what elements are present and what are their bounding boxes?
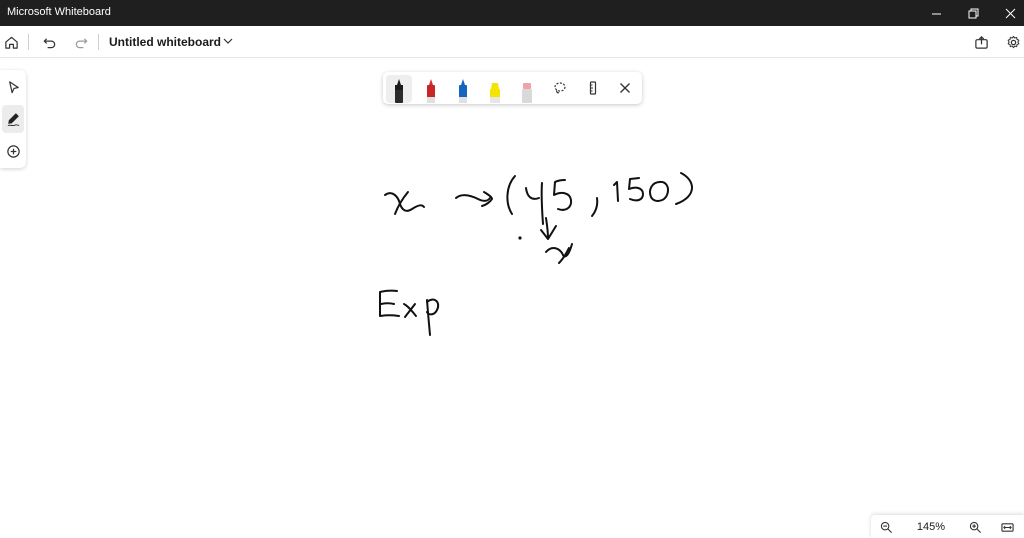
ink-stroke bbox=[380, 302, 395, 305]
undo-icon bbox=[42, 37, 55, 48]
close-icon bbox=[1005, 8, 1015, 18]
ink-stroke bbox=[591, 197, 599, 217]
share-button[interactable] bbox=[971, 32, 991, 52]
ink-dot bbox=[518, 236, 522, 240]
ink-stroke bbox=[455, 194, 491, 202]
zoom-in-button[interactable] bbox=[967, 519, 983, 535]
ink-stroke bbox=[426, 299, 431, 336]
minimize-icon bbox=[931, 13, 941, 14]
title-bar: Microsoft Whiteboard bbox=[0, 0, 1024, 26]
ink-stroke bbox=[525, 187, 540, 200]
zoom-in-icon bbox=[969, 521, 981, 533]
home-icon bbox=[4, 36, 18, 49]
app-title: Microsoft Whiteboard bbox=[7, 6, 111, 18]
redo-button[interactable] bbox=[71, 32, 91, 52]
zoom-level[interactable]: 145% bbox=[911, 521, 951, 533]
zoom-out-button[interactable] bbox=[878, 519, 894, 535]
fit-to-screen-button[interactable] bbox=[999, 519, 1015, 535]
whiteboard-canvas[interactable] bbox=[0, 58, 1024, 538]
share-icon bbox=[974, 35, 988, 49]
settings-icon bbox=[1007, 35, 1019, 48]
ink-stroke bbox=[553, 179, 573, 211]
ink-stroke bbox=[540, 182, 544, 225]
minimize-button[interactable] bbox=[918, 0, 954, 26]
ink-stroke bbox=[649, 180, 669, 202]
settings-button[interactable] bbox=[1003, 32, 1023, 52]
zoom-out-icon bbox=[880, 521, 892, 533]
app-toolbar: Untitled whiteboard bbox=[0, 26, 1024, 58]
toolbar-divider bbox=[98, 34, 99, 50]
redo-icon bbox=[75, 37, 88, 48]
ink-stroke bbox=[545, 217, 549, 239]
close-window-button[interactable] bbox=[992, 0, 1024, 26]
restore-button[interactable] bbox=[955, 0, 991, 26]
restore-icon bbox=[968, 8, 978, 18]
home-button[interactable] bbox=[1, 32, 21, 52]
ink-stroke bbox=[613, 181, 619, 202]
chevron-down-icon[interactable] bbox=[222, 35, 234, 47]
undo-button[interactable] bbox=[39, 32, 59, 52]
zoom-controls: 145% bbox=[871, 515, 1024, 538]
ink-strokes bbox=[379, 172, 693, 336]
ink-stroke bbox=[628, 177, 644, 202]
toolbar-divider bbox=[28, 34, 29, 50]
document-title[interactable]: Untitled whiteboard bbox=[109, 35, 221, 49]
ink-stroke bbox=[506, 175, 516, 215]
ink-stroke bbox=[675, 172, 693, 205]
fit-screen-icon bbox=[1000, 522, 1014, 532]
